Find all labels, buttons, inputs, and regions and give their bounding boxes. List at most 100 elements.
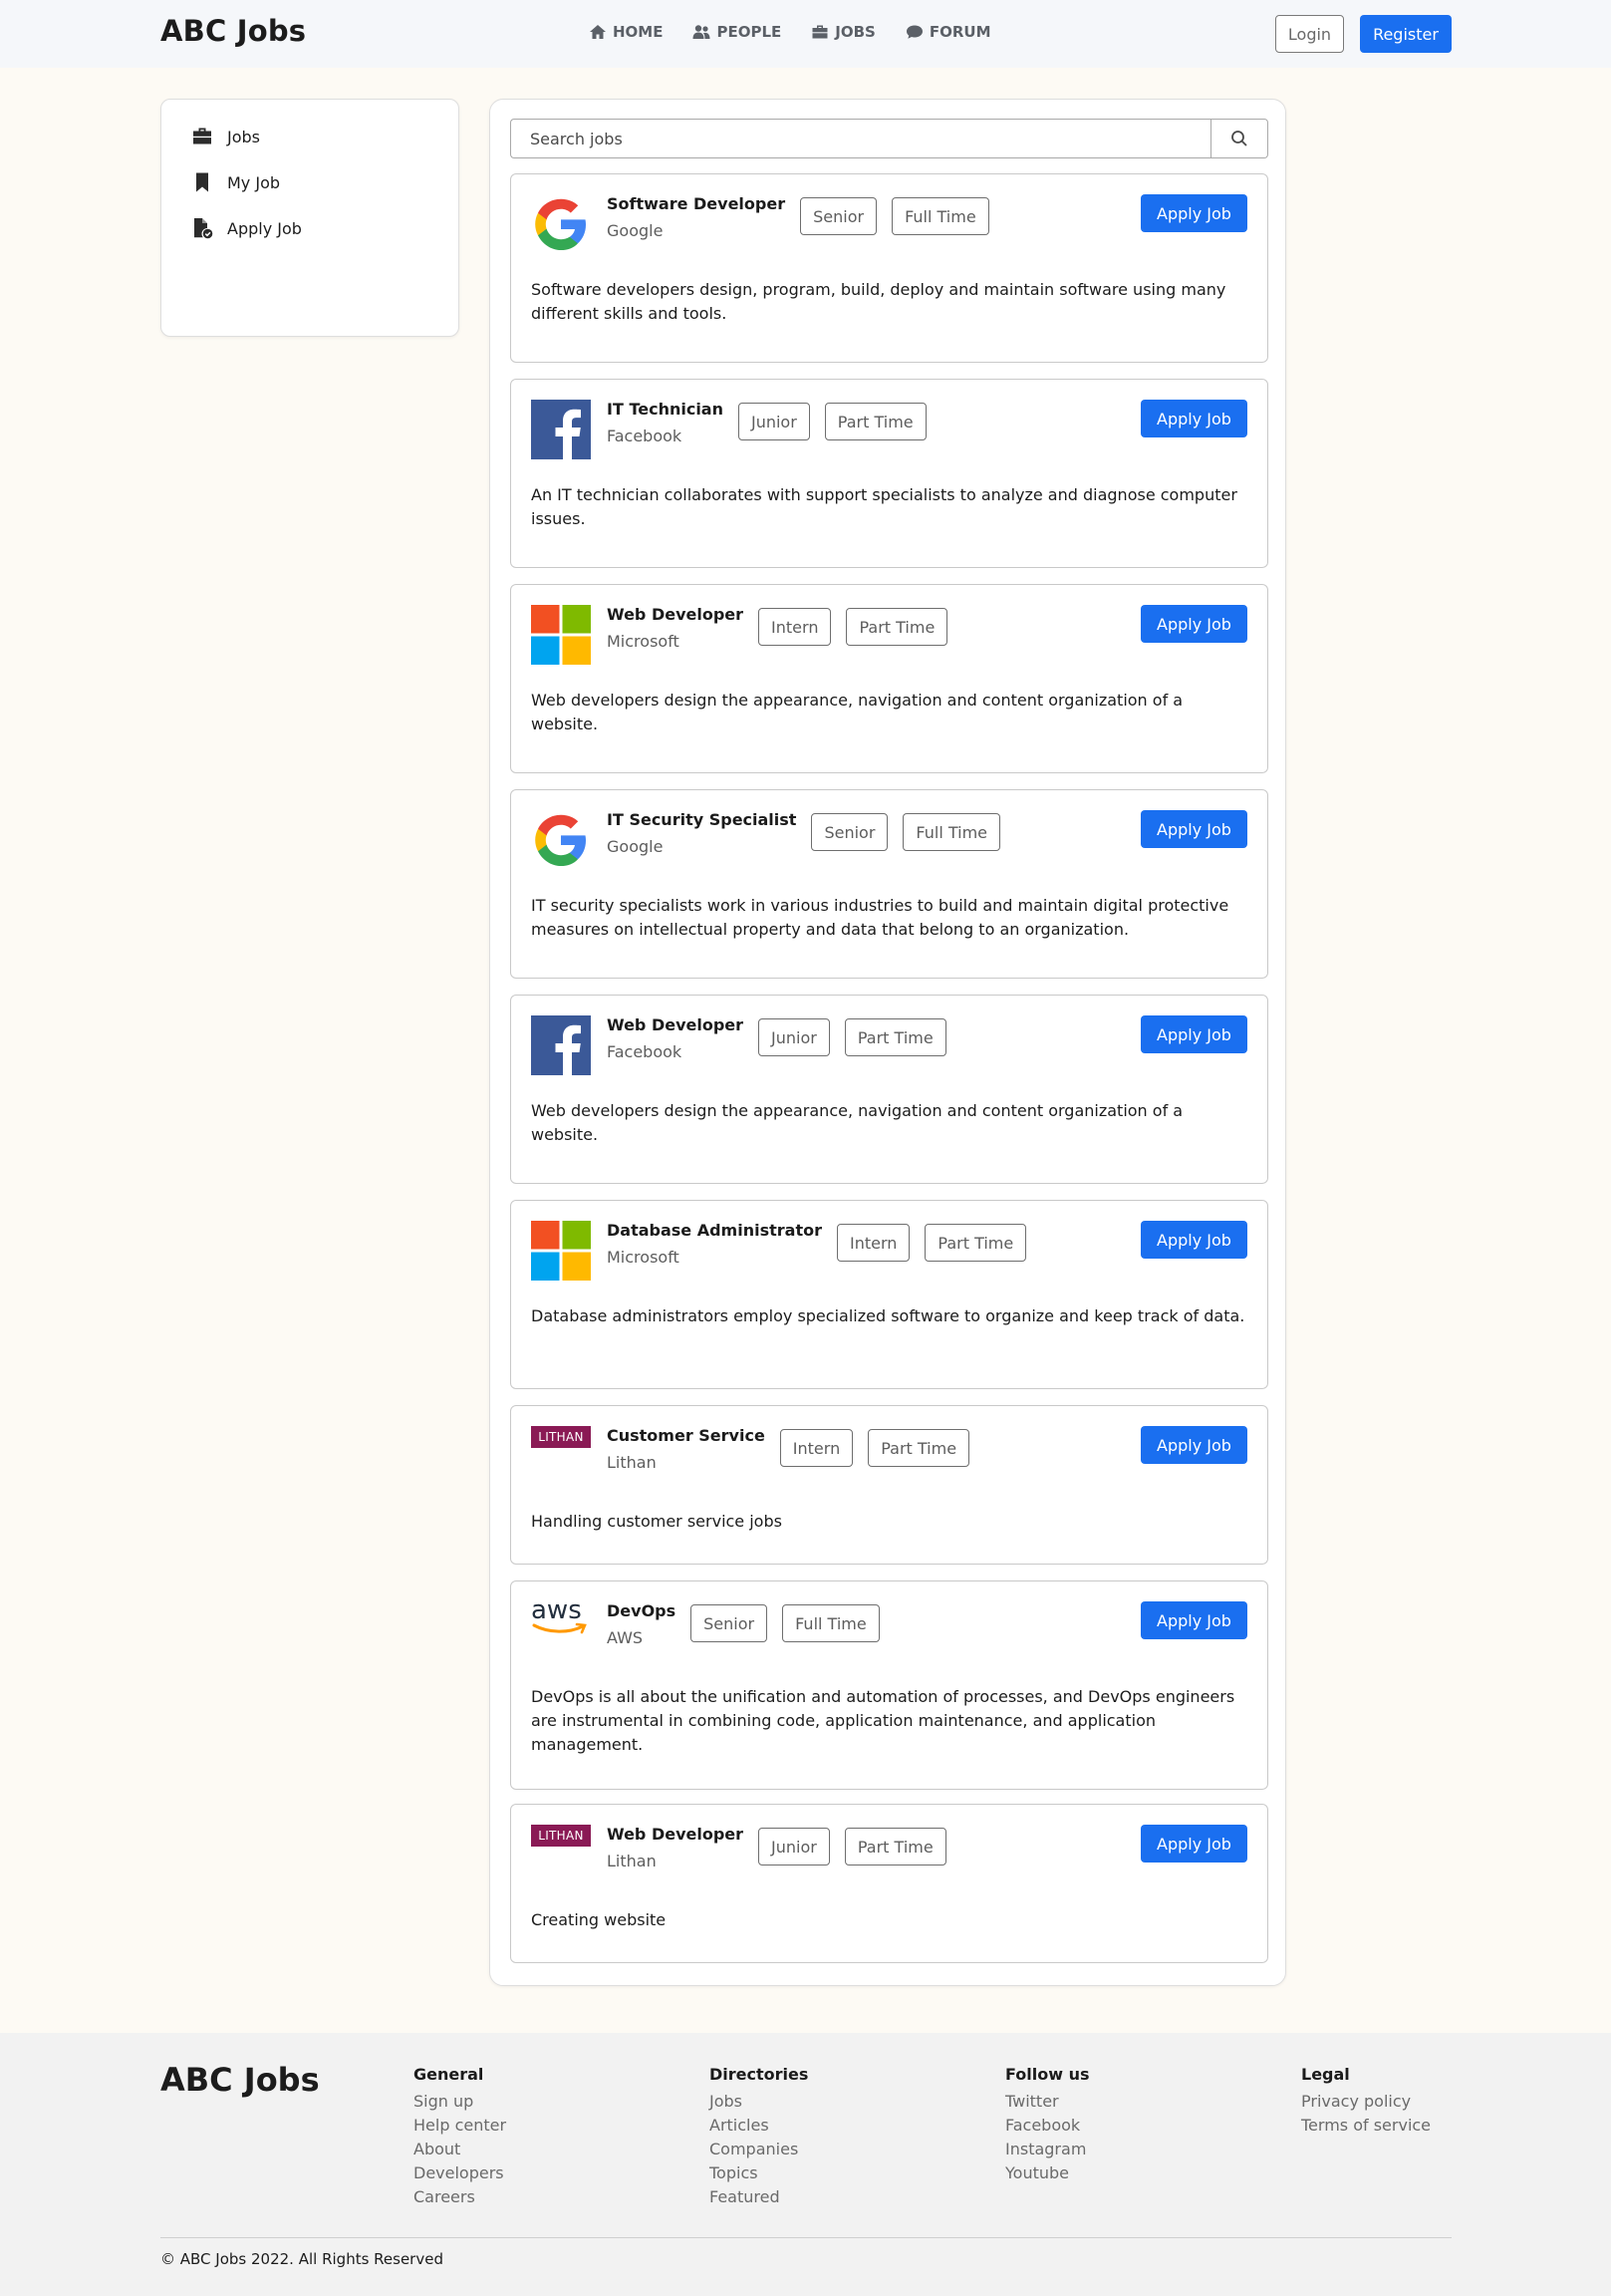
- job-title[interactable]: Web Developer: [607, 1015, 743, 1034]
- sidebar: Jobs My Job Apply Job: [160, 99, 459, 337]
- job-header: Customer Service Lithan Intern Part Time: [607, 1426, 970, 1472]
- sidebar-item-my-job[interactable]: My Job: [191, 171, 280, 193]
- lithan-logo: LITHAN: [531, 1426, 591, 1486]
- facebook-logo: [531, 1015, 591, 1075]
- job-company: Lithan: [607, 1453, 657, 1472]
- job-description: Software developers design, program, bui…: [531, 280, 1226, 323]
- search-bar: [510, 119, 1268, 158]
- lithan-logo-text: LITHAN: [531, 1426, 591, 1448]
- sidebar-item-jobs[interactable]: Jobs: [191, 126, 260, 147]
- job-title[interactable]: Customer Service: [607, 1426, 765, 1445]
- footer-link-developers[interactable]: Developers: [413, 2161, 506, 2185]
- footer-link-instagram[interactable]: Instagram: [1005, 2138, 1090, 2161]
- footer-column-general: General Sign up Help center About Develo…: [413, 2065, 506, 2209]
- apply-job-button[interactable]: Apply Job: [1141, 810, 1247, 848]
- footer-column-legal: Legal Privacy policy Terms of service: [1301, 2065, 1431, 2138]
- job-title-block: DevOps AWS: [607, 1601, 675, 1647]
- nav-forum[interactable]: FORUM: [906, 23, 991, 41]
- job-type-badge: Part Time: [868, 1429, 970, 1467]
- search-input[interactable]: [510, 119, 1210, 158]
- job-title-block: Web Developer Facebook: [607, 1015, 743, 1061]
- job-level-badge: Senior: [690, 1604, 768, 1642]
- footer-link-companies[interactable]: Companies: [709, 2138, 808, 2161]
- apply-job-button[interactable]: Apply Job: [1141, 1825, 1247, 1863]
- job-title[interactable]: IT Technician: [607, 400, 723, 419]
- job-company: Microsoft: [607, 1248, 679, 1267]
- apply-job-button[interactable]: Apply Job: [1141, 194, 1247, 232]
- apply-job-button[interactable]: Apply Job: [1141, 1221, 1247, 1259]
- job-description: Web developers design the appearance, na…: [531, 691, 1184, 733]
- footer-link-privacy-policy[interactable]: Privacy policy: [1301, 2090, 1431, 2114]
- apply-job-button[interactable]: Apply Job: [1141, 400, 1247, 437]
- footer-brand: ABC Jobs: [160, 2061, 320, 2099]
- footer-link-articles[interactable]: Articles: [709, 2114, 808, 2138]
- job-title-block: IT Security Specialist Google: [607, 810, 796, 856]
- job-title[interactable]: Web Developer: [607, 605, 743, 624]
- job-card: Database Administrator Microsoft Intern Par…: [510, 1200, 1268, 1389]
- job-title[interactable]: DevOps: [607, 1601, 675, 1620]
- job-title[interactable]: IT Security Specialist: [607, 810, 796, 829]
- job-header: Database Administrator Microsoft Intern Par…: [607, 1221, 1027, 1267]
- apply-job-button[interactable]: Apply Job: [1141, 1601, 1247, 1639]
- job-level-badge: Junior: [758, 1018, 830, 1056]
- nav-people[interactable]: PEOPLE: [692, 23, 781, 41]
- register-button[interactable]: Register: [1360, 15, 1452, 53]
- comment-icon: [906, 25, 923, 39]
- bookmark-icon: [196, 172, 208, 192]
- job-description: Handling customer service jobs: [531, 1512, 782, 1531]
- footer-column-directories: Directories Jobs Articles Companies Topi…: [709, 2065, 808, 2209]
- footer-link-facebook[interactable]: Facebook: [1005, 2114, 1090, 2138]
- login-button[interactable]: Login: [1275, 15, 1344, 53]
- apply-job-button[interactable]: Apply Job: [1141, 1015, 1247, 1053]
- search-icon: [1231, 131, 1247, 146]
- job-card: Web Developer Facebook Junior Part Time Appl…: [510, 995, 1268, 1184]
- facebook-logo: [531, 400, 591, 459]
- nav-home[interactable]: HOME: [589, 23, 663, 41]
- footer-link-topics[interactable]: Topics: [709, 2161, 808, 2185]
- footer-link-featured[interactable]: Featured: [709, 2185, 808, 2209]
- job-title-block: IT Technician Facebook: [607, 400, 723, 445]
- footer-link-twitter[interactable]: Twitter: [1005, 2090, 1090, 2114]
- job-header: DevOps AWS Senior Full Time: [607, 1601, 880, 1647]
- footer-link-terms-of-service[interactable]: Terms of service: [1301, 2114, 1431, 2138]
- footer-heading: Directories: [709, 2065, 809, 2084]
- footer-link-careers[interactable]: Careers: [413, 2185, 506, 2209]
- job-type-badge: Part Time: [846, 608, 948, 646]
- job-company: Facebook: [607, 427, 682, 445]
- footer-link-help-center[interactable]: Help center: [413, 2114, 506, 2138]
- job-description: Database administrators employ specializ…: [531, 1306, 1245, 1325]
- briefcase-icon: [193, 128, 211, 144]
- job-description: Web developers design the appearance, na…: [531, 1101, 1184, 1144]
- job-type-badge: Full Time: [903, 813, 1001, 851]
- briefcase-icon: [812, 25, 828, 39]
- job-company: Google: [607, 221, 664, 240]
- job-level-badge: Senior: [800, 197, 878, 235]
- apply-job-button[interactable]: Apply Job: [1141, 1426, 1247, 1464]
- footer: ABC Jobs General Sign up Help center Abo…: [0, 2033, 1611, 2296]
- job-title-block: Web Developer Microsoft: [607, 605, 743, 651]
- google-logo: [531, 810, 591, 870]
- sidebar-item-label: My Job: [227, 172, 281, 192]
- footer-link-sign-up[interactable]: Sign up: [413, 2090, 506, 2114]
- search-button[interactable]: [1210, 119, 1268, 158]
- apply-job-button[interactable]: Apply Job: [1141, 605, 1247, 643]
- job-list-panel: Software Developer Google Senior Full Time A…: [489, 99, 1286, 1986]
- home-icon: [590, 25, 606, 39]
- lithan-logo: LITHAN: [531, 1825, 591, 1884]
- microsoft-logo: [531, 1221, 591, 1281]
- job-card: LITHAN Web Developer Lithan Junior Part Time…: [510, 1804, 1268, 1963]
- sidebar-item-apply-job[interactable]: Apply Job: [191, 217, 302, 239]
- job-title[interactable]: Database Administrator: [607, 1221, 822, 1240]
- brand-logo[interactable]: ABC Jobs: [160, 14, 306, 48]
- footer-link-youtube[interactable]: Youtube: [1005, 2161, 1090, 2185]
- sidebar-item-label: Jobs: [227, 127, 260, 146]
- job-description: Creating website: [531, 1910, 667, 1929]
- nav-jobs[interactable]: JOBS: [811, 23, 876, 41]
- footer-link-jobs[interactable]: Jobs: [709, 2090, 808, 2114]
- job-title[interactable]: Web Developer: [607, 1825, 743, 1844]
- footer-link-about[interactable]: About: [413, 2138, 506, 2161]
- job-title-block: Database Administrator Microsoft: [607, 1221, 822, 1267]
- job-card: aws DevOps AWS Senior Full Time Apply Job DevO…: [510, 1580, 1268, 1790]
- job-title[interactable]: Software Developer: [607, 194, 785, 213]
- job-level-badge: Intern: [836, 1224, 911, 1262]
